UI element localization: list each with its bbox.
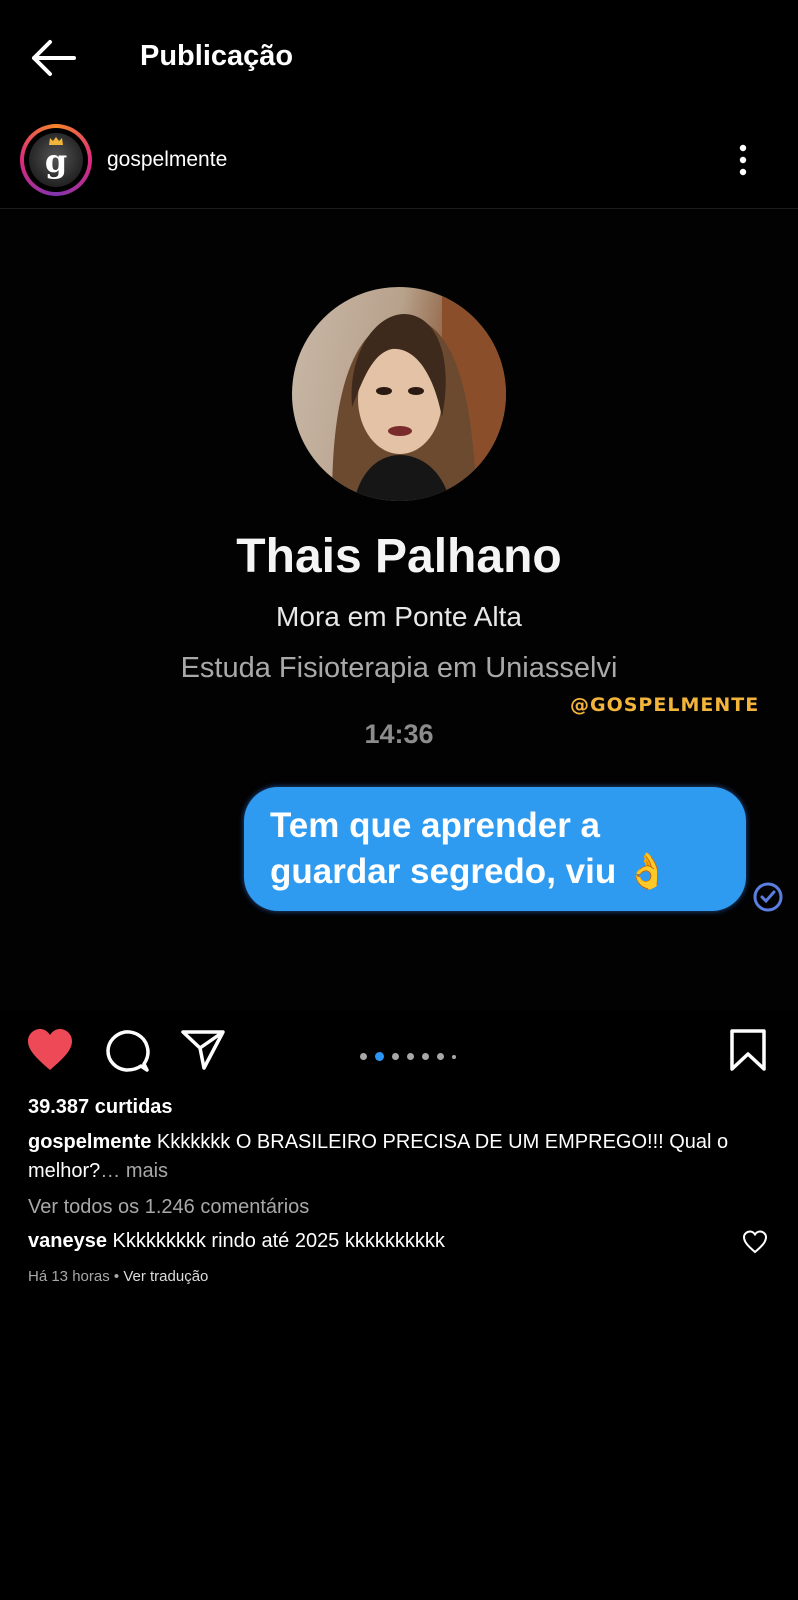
profile-photo — [292, 287, 506, 501]
comment-time: Há 13 horas — [28, 1268, 110, 1285]
message-time: 14:36 — [364, 719, 434, 749]
likes-count[interactable]: 39.387 curtidas — [28, 1096, 173, 1119]
post-author-row: g gospelmente — [0, 118, 798, 209]
top-bar: Publicação — [0, 0, 798, 112]
comment-meta: Há 13 horas • Ver tradução — [28, 1268, 208, 1285]
carousel-dot — [422, 1053, 429, 1061]
like-heart-icon[interactable] — [26, 1028, 74, 1077]
view-all-comments-link[interactable]: Ver todos os 1.246 comentários — [28, 1196, 309, 1219]
carousel-dot — [452, 1054, 456, 1059]
profile-location: Mora em Ponte Alta — [276, 601, 522, 632]
carousel-dot — [392, 1053, 399, 1061]
carousel-dot-active — [375, 1052, 384, 1062]
comment-like-heart-icon[interactable] — [742, 1230, 768, 1254]
bookmark-icon[interactable] — [728, 1028, 768, 1077]
more-options-icon[interactable] — [732, 140, 754, 180]
post-image[interactable]: Thais Palhano Mora em Ponte Alta Estuda … — [0, 209, 798, 1009]
share-send-icon[interactable] — [180, 1028, 226, 1077]
caption-more-link[interactable]: … mais — [100, 1160, 168, 1182]
carousel-dot — [407, 1053, 414, 1061]
watermark: @GOSPELMENTE — [570, 694, 760, 716]
comment-row: vaneyse Kkkkkkkkk rindo até 2025 kkkkkkk… — [28, 1230, 445, 1253]
meta-separator: • — [113, 1268, 120, 1285]
page-title: Publicação — [140, 40, 294, 72]
post-caption: gospelmente Kkkkkkk O BRASILEIRO PRECISA… — [28, 1128, 768, 1186]
caption-username[interactable]: gospelmente — [28, 1131, 151, 1153]
comment-bubble-icon[interactable] — [104, 1028, 150, 1079]
avatar-letter: g — [44, 142, 68, 180]
author-username[interactable]: gospelmente — [107, 146, 227, 174]
carousel-indicator — [360, 1048, 464, 1062]
post-actions — [0, 1024, 798, 1080]
read-check-icon — [752, 881, 784, 913]
profile-name: Thais Palhano — [236, 530, 562, 583]
comment-text: Kkkkkkkkk rindo até 2025 kkkkkkkkkk — [112, 1230, 445, 1252]
profile-study: Estuda Fisioterapia em Uniasselvi — [180, 652, 618, 684]
comment-username[interactable]: vaneyse — [28, 1230, 107, 1252]
avatar[interactable]: g — [20, 124, 92, 196]
translate-link[interactable]: Ver tradução — [123, 1268, 208, 1285]
message-bubble: Tem que aprender a guardar segredo, viu … — [244, 787, 746, 911]
carousel-dot — [437, 1053, 444, 1061]
carousel-dot — [360, 1053, 367, 1061]
message-text: Tem que aprender a guardar segredo, viu … — [270, 806, 670, 891]
back-arrow-icon[interactable] — [26, 36, 82, 80]
